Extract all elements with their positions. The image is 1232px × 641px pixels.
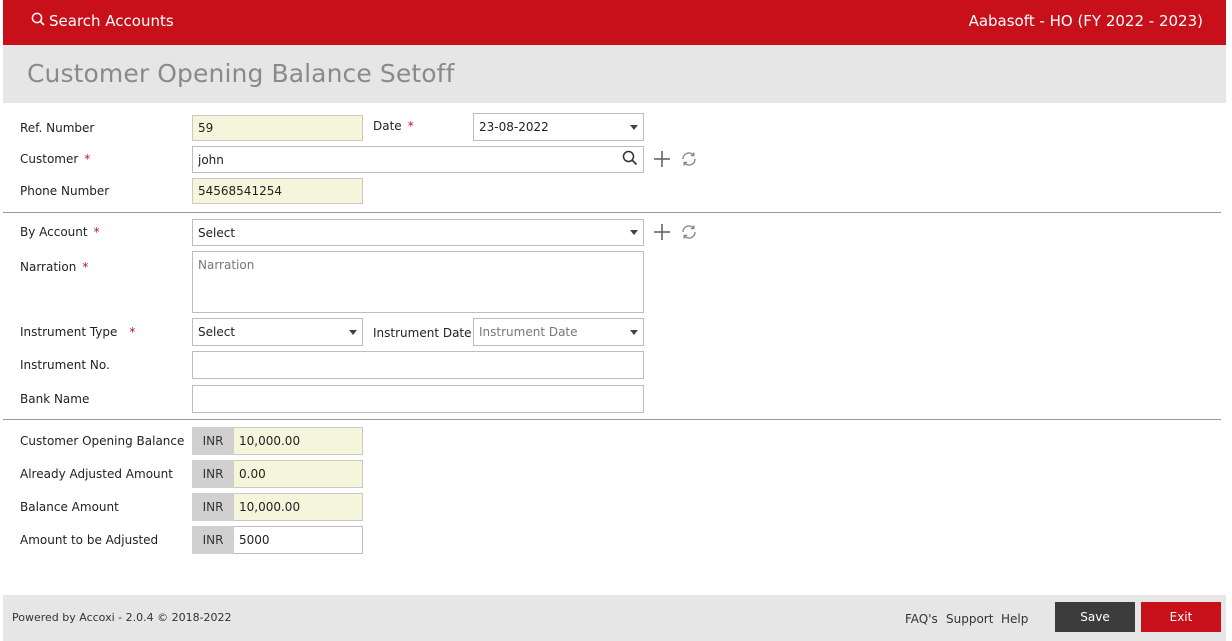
date-label: Date * bbox=[373, 119, 414, 133]
company-name: Aabasoft - HO (FY 2022 - 2023) bbox=[968, 12, 1203, 30]
by-account-label: By Account * bbox=[20, 225, 100, 239]
chevron-down-icon bbox=[630, 230, 638, 235]
page-title: Customer Opening Balance Setoff bbox=[27, 59, 455, 88]
customer-field[interactable]: john bbox=[192, 146, 644, 173]
search-icon bbox=[31, 12, 49, 30]
amount-to-adjust-field: INR 5000 bbox=[192, 526, 363, 554]
footer: Powered by Accoxi - 2.0.4 © 2018-2022 FA… bbox=[3, 595, 1226, 641]
currency-label: INR bbox=[192, 493, 234, 521]
amount-to-adjust-input[interactable]: 5000 bbox=[234, 526, 363, 554]
customer-opening-field: INR 10,000.00 bbox=[192, 427, 363, 455]
already-adjusted-field: INR 0.00 bbox=[192, 460, 363, 488]
phone-value: 54568541254 bbox=[198, 184, 282, 198]
phone-label: Phone Number bbox=[20, 184, 110, 198]
currency-label: INR bbox=[192, 526, 234, 554]
customer-label: Customer * bbox=[20, 152, 91, 166]
already-adjusted-label: Already Adjusted Amount bbox=[20, 467, 173, 481]
search-icon[interactable] bbox=[622, 150, 638, 169]
exit-button[interactable]: Exit bbox=[1141, 602, 1221, 632]
by-account-value: Select bbox=[198, 225, 236, 240]
top-bar: Search Accounts Aabasoft - HO (FY 2022 -… bbox=[3, 0, 1226, 45]
refresh-customer-icon[interactable] bbox=[680, 150, 698, 168]
chevron-down-icon bbox=[349, 329, 357, 335]
app-frame: Search Accounts Aabasoft - HO (FY 2022 -… bbox=[3, 0, 1226, 641]
instrument-type-select[interactable]: Select bbox=[192, 318, 363, 346]
bank-name-label: Bank Name bbox=[20, 392, 90, 406]
instrument-type-value: Select bbox=[198, 325, 236, 339]
narration-label: Narration * bbox=[20, 260, 89, 274]
search-accounts-link[interactable]: Search Accounts bbox=[31, 12, 174, 30]
title-bar: Customer Opening Balance Setoff bbox=[3, 45, 1226, 103]
narration-textarea[interactable]: Narration bbox=[192, 251, 644, 313]
balance-amount-value: 10,000.00 bbox=[234, 493, 363, 521]
ref-number-field: 59 bbox=[192, 115, 363, 141]
currency-label: INR bbox=[192, 427, 234, 455]
chevron-down-icon bbox=[630, 124, 638, 130]
instrument-date-picker[interactable]: Instrument Date bbox=[473, 318, 644, 346]
customer-opening-label: Customer Opening Balance bbox=[20, 434, 185, 448]
date-picker[interactable]: 23-08-2022 bbox=[473, 113, 644, 141]
currency-label: INR bbox=[192, 460, 234, 488]
save-button[interactable]: Save bbox=[1055, 602, 1135, 632]
refresh-account-icon[interactable] bbox=[680, 223, 698, 241]
ref-number-value: 59 bbox=[198, 121, 214, 135]
instrument-date-placeholder: Instrument Date bbox=[479, 325, 578, 339]
faq-link[interactable]: FAQ's bbox=[905, 612, 938, 626]
instrument-no-input[interactable] bbox=[192, 351, 644, 379]
help-link[interactable]: Help bbox=[1001, 612, 1028, 626]
customer-value: john bbox=[198, 152, 224, 167]
bank-name-input[interactable] bbox=[192, 385, 644, 413]
instrument-type-label: Instrument Type * bbox=[20, 325, 136, 339]
balance-amount-field: INR 10,000.00 bbox=[192, 493, 363, 521]
add-customer-icon[interactable] bbox=[653, 150, 671, 168]
add-account-icon[interactable] bbox=[653, 223, 671, 241]
powered-by: Powered by Accoxi - 2.0.4 © 2018-2022 bbox=[12, 611, 232, 624]
divider bbox=[3, 419, 1221, 420]
chevron-down-icon bbox=[630, 329, 638, 335]
already-adjusted-value: 0.00 bbox=[234, 460, 363, 488]
phone-field: 54568541254 bbox=[192, 178, 363, 204]
support-link[interactable]: Support bbox=[946, 612, 993, 626]
by-account-select[interactable]: Select bbox=[192, 219, 644, 246]
date-value: 23-08-2022 bbox=[479, 120, 549, 134]
amount-to-adjust-label: Amount to be Adjusted bbox=[20, 533, 159, 547]
search-accounts-label: Search Accounts bbox=[49, 12, 174, 30]
divider bbox=[3, 212, 1221, 213]
ref-number-label: Ref. Number bbox=[20, 121, 95, 135]
instrument-no-label: Instrument No. bbox=[20, 358, 110, 372]
balance-amount-label: Balance Amount bbox=[20, 500, 119, 514]
narration-placeholder: Narration bbox=[198, 258, 255, 272]
instrument-date-label: Instrument Date bbox=[373, 326, 472, 340]
customer-opening-value: 10,000.00 bbox=[234, 427, 363, 455]
